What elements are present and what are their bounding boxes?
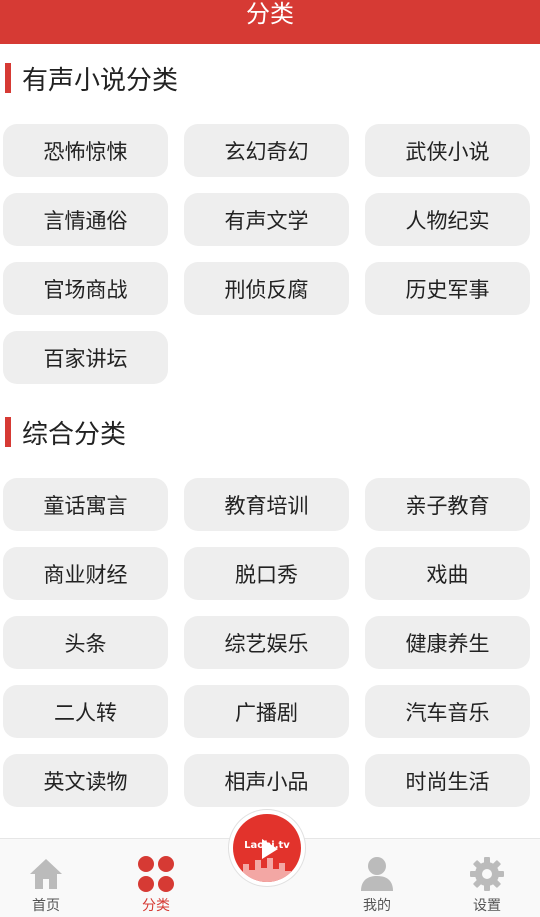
category-grid-icon bbox=[138, 856, 174, 892]
category-chip[interactable]: 汽车音乐 bbox=[365, 685, 530, 738]
category-chip[interactable]: 刑侦反腐 bbox=[184, 262, 349, 315]
category-chip[interactable]: 二人转 bbox=[3, 685, 168, 738]
category-chip[interactable]: 百家讲坛 bbox=[3, 331, 168, 384]
section-accent-bar bbox=[5, 63, 11, 93]
category-chip[interactable]: 官场商战 bbox=[3, 262, 168, 315]
category-chip[interactable]: 时尚生活 bbox=[365, 754, 530, 807]
category-chip[interactable]: 综艺娱乐 bbox=[184, 616, 349, 669]
user-icon bbox=[361, 857, 393, 891]
play-icon bbox=[262, 839, 278, 859]
category-chip[interactable]: 相声小品 bbox=[184, 754, 349, 807]
category-chip[interactable]: 玄幻奇幻 bbox=[184, 124, 349, 177]
category-chip[interactable]: 教育培训 bbox=[184, 478, 349, 531]
center-play-button[interactable]: Laohi.tv bbox=[229, 810, 305, 886]
category-chip[interactable]: 脱口秀 bbox=[184, 547, 349, 600]
tab-category[interactable]: 分类 bbox=[116, 839, 196, 917]
category-chip[interactable]: 有声文学 bbox=[184, 193, 349, 246]
tab-mine-label: 我的 bbox=[363, 898, 391, 914]
category-chip[interactable]: 商业财经 bbox=[3, 547, 168, 600]
tab-home-label: 首页 bbox=[32, 898, 60, 914]
category-chip[interactable]: 英文读物 bbox=[3, 754, 168, 807]
tab-settings[interactable]: 设置 bbox=[447, 839, 527, 917]
category-chip[interactable]: 历史军事 bbox=[365, 262, 530, 315]
center-play-disc: Laohi.tv bbox=[233, 814, 301, 882]
tab-settings-label: 设置 bbox=[473, 898, 501, 914]
home-icon bbox=[30, 859, 62, 889]
tab-category-label: 分类 bbox=[142, 898, 170, 914]
section-title-audio-novel: 有声小说分类 bbox=[5, 63, 178, 96]
category-chip[interactable]: 戏曲 bbox=[365, 547, 530, 600]
tab-home[interactable]: 首页 bbox=[6, 839, 86, 917]
category-chip[interactable]: 头条 bbox=[3, 616, 168, 669]
category-chip[interactable]: 健康养生 bbox=[365, 616, 530, 669]
category-chip[interactable]: 人物纪实 bbox=[365, 193, 530, 246]
page-title: 分类 bbox=[246, 0, 294, 28]
section-title-general: 综合分类 bbox=[5, 417, 126, 450]
section-title-text: 有声小说分类 bbox=[22, 65, 179, 96]
tab-mine[interactable]: 我的 bbox=[337, 839, 417, 917]
category-chip[interactable]: 童话寓言 bbox=[3, 478, 168, 531]
category-chip[interactable]: 恐怖惊悚 bbox=[3, 124, 168, 177]
section-title-text: 综合分类 bbox=[22, 419, 127, 450]
category-chip[interactable]: 言情通俗 bbox=[3, 193, 168, 246]
section-accent-bar bbox=[5, 417, 11, 447]
gear-icon bbox=[470, 857, 504, 891]
category-chip[interactable]: 广播剧 bbox=[184, 685, 349, 738]
category-chip[interactable]: 武侠小说 bbox=[365, 124, 530, 177]
category-chip[interactable]: 亲子教育 bbox=[365, 478, 530, 531]
app-header: 分类 bbox=[0, 0, 540, 44]
